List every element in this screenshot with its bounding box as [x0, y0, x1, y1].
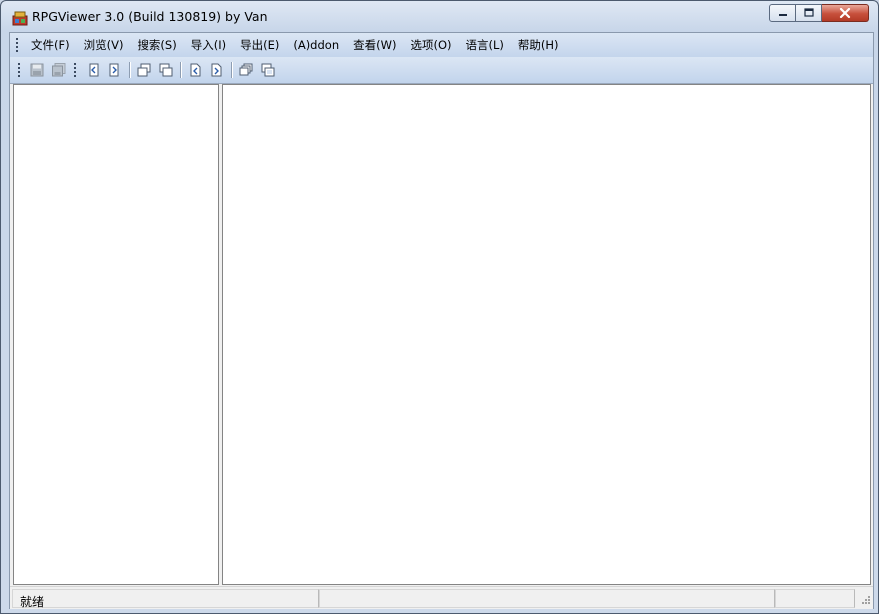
menu-search[interactable]: 搜索(S)	[130, 34, 183, 56]
save-button[interactable]	[26, 60, 48, 80]
viewer-pane[interactable]	[222, 84, 871, 585]
toolbar-grip[interactable]	[16, 63, 22, 77]
copy-window-button[interactable]	[133, 60, 155, 80]
paste-window-button[interactable]	[155, 60, 177, 80]
copy-window-icon	[137, 63, 151, 77]
tree-pane[interactable]	[13, 84, 219, 585]
resize-grip-icon[interactable]	[859, 595, 871, 607]
minimize-icon	[778, 14, 787, 16]
toolbar-grip-2[interactable]	[72, 63, 78, 77]
paste-window-icon	[159, 63, 173, 77]
previous-file-button[interactable]	[184, 60, 206, 80]
menu-export[interactable]: 导出(E)	[233, 34, 286, 56]
menu-view[interactable]: 查看(W)	[346, 34, 403, 56]
next-page-button[interactable]	[104, 60, 126, 80]
status-bar: 就绪	[10, 586, 873, 609]
menu-bar: 文件(F) 浏览(V) 搜索(S) 导入(I) 导出(E) (A)ddon 查看…	[10, 33, 873, 57]
next-file-icon	[211, 63, 222, 77]
previous-page-icon	[89, 63, 99, 77]
app-window: RPGViewer 3.0 (Build 130819) by Van 文件(F…	[0, 0, 879, 614]
status-text: 就绪	[20, 595, 45, 609]
previous-file-icon	[190, 63, 201, 77]
client-area: 文件(F) 浏览(V) 搜索(S) 导入(I) 导出(E) (A)ddon 查看…	[9, 32, 874, 609]
tile-windows-icon	[261, 63, 275, 77]
maximize-button[interactable]	[796, 4, 822, 22]
save-all-icon	[52, 63, 66, 77]
toolbar-separator	[180, 62, 181, 78]
minimize-button[interactable]	[769, 4, 796, 22]
status-panel-middle	[319, 589, 775, 608]
toolbar-separator	[231, 62, 232, 78]
save-all-button[interactable]	[48, 60, 70, 80]
rpgviewer-app-icon	[12, 11, 28, 26]
toolbar-strip-file	[12, 59, 70, 81]
tile-windows-button[interactable]	[257, 60, 279, 80]
menu-help[interactable]: 帮助(H)	[511, 34, 566, 56]
menu-file[interactable]: 文件(F)	[24, 34, 77, 56]
menubar-grip[interactable]	[14, 38, 20, 52]
menu-options[interactable]: 选项(O)	[403, 34, 458, 56]
toolbar	[10, 57, 873, 84]
menu-language[interactable]: 语言(L)	[458, 34, 510, 56]
title-bar[interactable]: RPGViewer 3.0 (Build 130819) by Van	[1, 1, 878, 32]
caption-buttons	[769, 4, 869, 24]
cascade-windows-button[interactable]	[235, 60, 257, 80]
window-title: RPGViewer 3.0 (Build 130819) by Van	[32, 9, 268, 24]
next-page-icon	[109, 63, 119, 77]
toolbar-separator	[129, 62, 130, 78]
menu-addon[interactable]: (A)ddon	[286, 34, 346, 56]
status-panel-right	[775, 589, 855, 608]
close-button[interactable]	[822, 4, 869, 22]
cascade-windows-icon	[239, 63, 253, 76]
save-icon	[30, 63, 44, 77]
menu-import[interactable]: 导入(I)	[184, 34, 233, 56]
maximize-icon	[803, 8, 814, 17]
previous-page-button[interactable]	[82, 60, 104, 80]
toolbar-strip-navigate	[68, 59, 279, 81]
status-panel-main: 就绪	[12, 589, 319, 609]
menu-browse[interactable]: 浏览(V)	[77, 34, 131, 56]
close-icon	[839, 8, 851, 18]
next-file-button[interactable]	[206, 60, 228, 80]
